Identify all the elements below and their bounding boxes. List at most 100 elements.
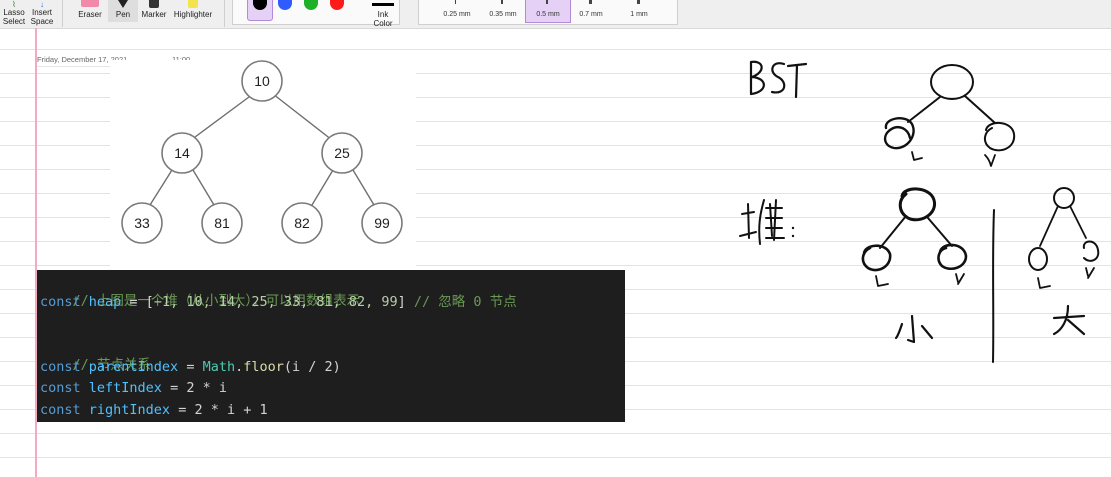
code-variable: leftIndex [88,380,162,396]
tree-edge [192,169,215,206]
ink-color-button[interactable]: Ink Color [366,0,400,28]
heap-tree-diagram: 10 14 25 33 81 82 99 [121,60,403,244]
heap-tree-image[interactable]: 10 14 25 33 81 82 99 [110,60,416,266]
pen-tool[interactable]: Pen [108,0,138,22]
ribbon-separator [224,0,225,27]
eraser-icon [81,0,99,7]
insert-space-icon: ↓ [40,0,44,9]
marker-tool[interactable]: Marker [138,0,170,19]
color-swatch-red[interactable] [325,0,349,20]
code-class: Math [202,359,236,375]
thickness-option-0-5[interactable]: 0.5 mm [525,0,571,23]
thin-stroke-icon [455,0,456,4]
code-variable: parentIndex [88,359,179,375]
lasso-select-label-2: Select [2,17,26,26]
lasso-icon: ⌇ [12,0,16,9]
blue-dot-icon [278,0,292,10]
thickness-label: 0.35 mm [489,11,517,18]
eraser-label: Eraser [78,10,102,19]
thickness-option-0-7[interactable]: 0.7 mm [569,0,613,22]
ribbon-separator [62,0,63,27]
pen-thickness-selector: 0.25 mm 0.35 mm 0.5 mm 0.7 mm 1 mm [418,0,678,25]
tree-node-label: 25 [334,145,350,161]
tree-node-label: 81 [214,215,230,231]
lasso-select-tool[interactable]: ⌇ Lasso Select [0,0,28,26]
ribbon-toolbar: ⌇ Lasso Select ↓ Insert Space Eraser Pen… [0,0,1111,29]
highlighter-tool[interactable]: Highlighter [170,0,216,19]
ink-small-char [894,314,934,344]
ink-min-heap-tree [861,187,968,287]
code-keyword: const [40,359,81,375]
thickness-label: 0.7 mm [579,11,603,18]
green-dot-icon [304,0,318,10]
thickness-option-0-35[interactable]: 0.35 mm [481,0,525,22]
code-line-6: const leftIndex = 2 * i [40,378,227,398]
ink-color-label-1: Ink [377,10,389,19]
stroke-icon [546,0,548,4]
code-line-2: const heap = [−1, 10, 14, 25, 33, 81, 82… [40,292,517,312]
insert-space-tool[interactable]: ↓ Insert Space [28,0,56,26]
stroke-icon [589,0,592,4]
color-swatch-black[interactable] [247,0,273,21]
black-dot-icon [253,0,267,10]
code-line-4: // 节点关系 [40,335,151,373]
red-dot-icon [330,0,344,10]
code-line-1: // 上图是一个堆（从小到大），可以用数组表示 [40,271,361,309]
code-keyword: const [40,294,81,310]
code-operator: = [ [121,294,154,310]
pen-icon [118,0,128,8]
code-keyword: const [40,380,81,396]
code-keyword: const [40,402,81,418]
pen-label: Pen [115,10,131,19]
code-comment: // 忽略 0 节点 [413,294,517,310]
code-snippet-image[interactable]: // 上图是一个堆（从小到大），可以用数组表示 const heap = [−1… [37,270,625,422]
marker-label: Marker [141,10,167,19]
code-variable: heap [88,294,122,310]
tree-edge [272,93,333,141]
thickness-option-0-25[interactable]: 0.25 mm [435,0,479,22]
insert-space-label-1: Insert [31,8,52,17]
ink-bst-tree [883,64,1016,167]
tree-node-label: 33 [134,215,150,231]
ink-heap-glyph [739,199,795,245]
thickness-label: 1 mm [630,11,648,18]
code-operator: = [178,359,203,375]
code-function: floor [243,359,284,375]
code-line-7: const rightIndex = 2 * i + 1 [40,400,268,420]
ink-bst-word [749,60,808,99]
code-line-5: const parentIndex = Math.floor(i / 2) [40,357,341,377]
tree-node-label: 82 [294,215,310,231]
handwritten-ink-layer[interactable] [700,28,1111,477]
tree-node-label: 14 [174,145,190,161]
code-expression: (i / 2) [283,359,341,375]
code-operator: . [235,359,244,375]
highlighter-icon [188,0,198,8]
ink-big-char [1052,304,1086,336]
highlighter-label: Highlighter [173,10,213,19]
color-swatch-green[interactable] [299,0,323,20]
tree-edge [149,169,173,206]
ink-color-label-2: Color [373,19,393,28]
ink-divider-line [992,209,995,363]
thickness-option-1[interactable]: 1 mm [617,0,661,22]
tree-edge [352,169,375,206]
code-expression: = 2 * i [161,380,227,396]
code-array-values: −1, 10, 14, 25, 33, 81, 82, 99 [153,294,398,310]
insert-space-label-2: Space [30,17,54,26]
tree-node-label: 99 [374,215,390,231]
marker-icon [149,0,159,8]
eraser-tool[interactable]: Eraser [72,0,108,19]
ink-color-bar-icon [372,3,394,6]
ink-max-heap-tree [1028,187,1100,289]
code-operator: ] [397,294,414,310]
tree-node-label: 10 [254,73,270,89]
code-expression: = 2 * i + 1 [170,402,268,418]
stroke-icon [501,0,503,4]
tree-edge [311,169,334,206]
lasso-select-label-1: Lasso [3,8,25,17]
thickness-label: 0.5 mm [536,11,560,18]
thick-stroke-icon [637,0,640,4]
color-swatch-blue[interactable] [273,0,297,20]
thickness-label: 0.25 mm [443,11,471,18]
tree-edge [190,93,254,141]
